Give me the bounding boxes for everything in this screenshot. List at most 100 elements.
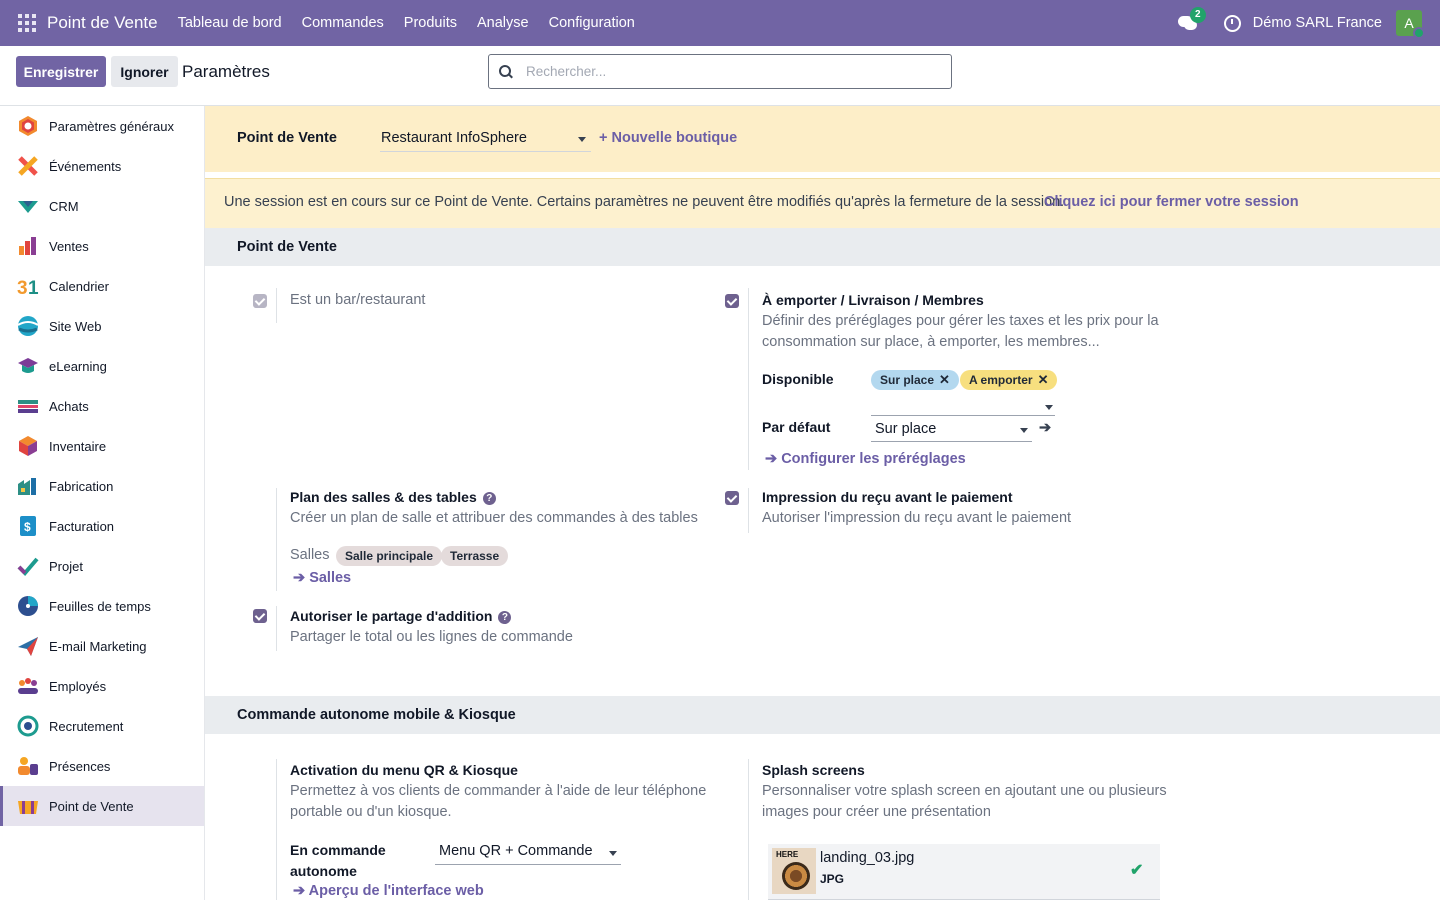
sidebar-item-crm[interactable]: CRM: [0, 186, 204, 226]
inventory-icon: [19, 436, 37, 456]
menu-dashboard[interactable]: Tableau de bord: [168, 15, 292, 31]
sidebar-item-label: Site Web: [49, 318, 102, 334]
receipt-checkbox[interactable]: [725, 491, 739, 505]
self-order-select[interactable]: Menu QR + Commande: [435, 840, 621, 865]
sidebar-item-calendar[interactable]: 31 Calendrier: [0, 266, 204, 306]
close-icon[interactable]: ✕: [1038, 372, 1049, 387]
chevron-down-icon: [1020, 428, 1028, 433]
discard-button[interactable]: Ignorer: [111, 56, 178, 87]
sidebar-item-sales[interactable]: Ventes: [0, 226, 204, 266]
help-icon[interactable]: ?: [482, 492, 496, 505]
sidebar-item-invoicing[interactable]: $ Facturation: [0, 506, 204, 546]
navbar-right: 2 Démo SARL France A: [1177, 0, 1440, 46]
configure-presets-link[interactable]: ➔ Configurer les préréglages: [765, 451, 966, 467]
split-bill-checkbox[interactable]: [253, 609, 267, 623]
arrow-right-icon: ➔: [765, 451, 782, 467]
default-select[interactable]: Sur place: [871, 417, 1032, 442]
menu-orders[interactable]: Commandes: [292, 15, 394, 31]
sidebar-item-purchase[interactable]: Achats: [0, 386, 204, 426]
split-bill-title-text: Autoriser le partage d'addition: [290, 608, 493, 624]
chevron-down-icon: [609, 851, 617, 856]
takeaway-checkbox[interactable]: [725, 294, 739, 308]
svg-text:3: 3: [17, 278, 28, 297]
point-of-sale-icon: [18, 801, 38, 814]
bar-restaurant-checkbox[interactable]: [253, 294, 267, 308]
sidebar-item-employees[interactable]: Employés: [0, 666, 204, 706]
sidebar-item-elearning[interactable]: eLearning: [0, 346, 204, 386]
arrow-right-icon[interactable]: ➔: [1039, 420, 1051, 436]
save-button[interactable]: Enregistrer: [16, 56, 106, 87]
chevron-down-icon: [578, 137, 586, 142]
activity-clock-icon[interactable]: [1223, 14, 1241, 32]
rooms-link[interactable]: ➔ Salles: [293, 570, 351, 586]
company-switcher[interactable]: Démo SARL France: [1253, 15, 1382, 31]
search-input[interactable]: [526, 64, 926, 79]
default-label: Par défaut: [762, 419, 831, 435]
tag-sur-place: Sur place ✕: [871, 370, 959, 390]
email-marketing-icon: [18, 637, 38, 656]
floor-plan-title: Plan des salles & des tables?: [290, 489, 496, 505]
sidebar-item-attendance[interactable]: Présences: [0, 746, 204, 786]
new-shop-link[interactable]: + Nouvelle boutique: [599, 130, 737, 146]
sidebar-item-project[interactable]: Projet: [0, 546, 204, 586]
floor-plan-description: Créer un plan de salle et attribuer des …: [290, 510, 698, 526]
tag-a-emporter: A emporter ✕: [960, 370, 1058, 390]
splash-description: Personnaliser votre splash screen en ajo…: [762, 783, 1167, 820]
purchase-icon: [18, 400, 38, 413]
search-box: [488, 54, 952, 89]
invoicing-icon: $: [20, 516, 36, 536]
menu-products[interactable]: Produits: [394, 15, 467, 31]
split-bill-title: Autoriser le partage d'addition?: [290, 608, 512, 624]
menu-configuration[interactable]: Configuration: [539, 15, 645, 31]
tag-label: Sur place: [880, 373, 935, 387]
pos-selector-bar: Point de Vente Restaurant InfoSphere + N…: [205, 106, 1440, 172]
sales-icon: [19, 237, 36, 255]
check-icon: ✔: [1130, 862, 1144, 879]
sidebar-item-label: Événements: [49, 158, 122, 174]
settings-icon: [19, 116, 37, 136]
help-icon[interactable]: ?: [498, 611, 512, 624]
chat-badge: 2: [1189, 7, 1206, 23]
sidebar-item-timesheets[interactable]: Feuilles de temps: [0, 586, 204, 626]
sidebar-item-recruitment[interactable]: Recrutement: [0, 706, 204, 746]
sidebar-item-point-of-sale[interactable]: Point de Vente: [0, 786, 204, 826]
apps-menu-icon[interactable]: [18, 14, 36, 32]
room-tag: Salle principale: [336, 546, 443, 566]
split-bill-description: Partager le total ou les lignes de comma…: [290, 629, 573, 645]
menu-analysis[interactable]: Analyse: [467, 15, 539, 31]
splash-title: Splash screens: [762, 762, 865, 778]
sidebar-item-general-settings[interactable]: Paramètres généraux: [0, 106, 204, 146]
divider: [748, 488, 749, 533]
session-warning: Une session est en cours sur ce Point de…: [205, 178, 1440, 228]
user-avatar[interactable]: A: [1396, 10, 1425, 39]
close-icon[interactable]: ✕: [939, 372, 950, 387]
close-session-link[interactable]: Cliquez ici pour fermer votre session: [1044, 194, 1299, 210]
web-preview-link[interactable]: ➔ Aperçu de l'interface web: [293, 883, 484, 899]
available-tags-input[interactable]: [871, 394, 1055, 416]
settings-sidebar: Paramètres généraux Événements CRM Vente…: [0, 106, 205, 900]
receipt-description: Autoriser l'impression du reçu avant le …: [762, 510, 1072, 526]
image-thumbnail: HERE: [772, 848, 816, 894]
sidebar-item-label: Ventes: [49, 238, 89, 254]
chat-icon[interactable]: 2: [1177, 7, 1206, 32]
crm-icon: [18, 201, 38, 213]
sidebar-item-inventory[interactable]: Inventaire: [0, 426, 204, 466]
sidebar-item-label: Inventaire: [49, 438, 107, 454]
sidebar-item-events[interactable]: Événements: [0, 146, 204, 186]
sidebar-item-website[interactable]: Site Web: [0, 306, 204, 346]
takeaway-description: Définir des préréglages pour gérer les t…: [762, 313, 1159, 350]
pos-select[interactable]: Restaurant InfoSphere: [380, 126, 591, 152]
sidebar-item-label: Facturation: [49, 518, 115, 534]
sidebar-item-label: Calendrier: [49, 278, 109, 294]
divider: [276, 759, 277, 900]
recruitment-icon: [17, 715, 39, 737]
file-name: landing_03.jpg: [820, 850, 915, 866]
app-brand[interactable]: Point de Vente: [47, 13, 158, 33]
room-tag: Terrasse: [441, 546, 509, 566]
sidebar-item-email-marketing[interactable]: E-mail Marketing: [0, 626, 204, 666]
main-menu: Tableau de bord Commandes Produits Analy…: [168, 15, 645, 31]
sidebar-item-label: Feuilles de temps: [49, 598, 151, 614]
sidebar-item-label: Projet: [49, 558, 83, 574]
splash-file-row[interactable]: HERE landing_03.jpg JPG ✔: [768, 844, 1160, 900]
sidebar-item-manufacturing[interactable]: Fabrication: [0, 466, 204, 506]
